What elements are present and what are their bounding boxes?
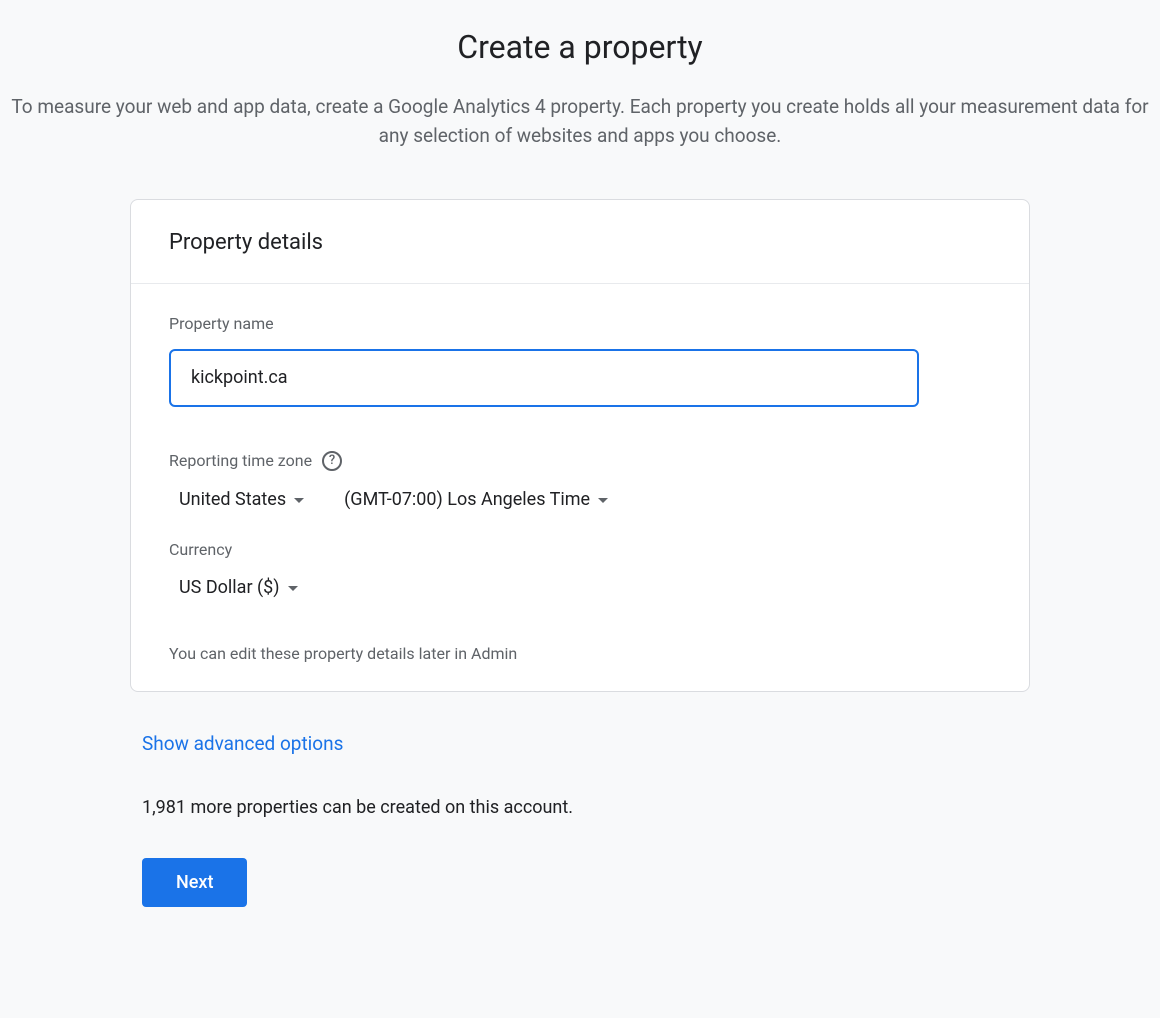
caret-down-icon bbox=[598, 498, 608, 503]
page-title: Create a property bbox=[0, 0, 1160, 70]
help-icon[interactable]: ? bbox=[322, 451, 342, 471]
currency-label: Currency bbox=[169, 540, 991, 559]
property-details-card: Property details Property name Reporting… bbox=[130, 199, 1030, 692]
property-name-input[interactable] bbox=[169, 349, 919, 407]
caret-down-icon bbox=[288, 586, 298, 591]
country-dropdown[interactable]: United States bbox=[179, 489, 304, 510]
page-subtitle: To measure your web and app data, create… bbox=[0, 70, 1160, 151]
currency-dropdown[interactable]: US Dollar ($) bbox=[179, 577, 298, 598]
next-button[interactable]: Next bbox=[142, 858, 247, 907]
quota-text: 1,981 more properties can be created on … bbox=[142, 797, 1030, 818]
country-dropdown-value: United States bbox=[179, 489, 286, 510]
card-title: Property details bbox=[169, 230, 991, 255]
timezone-dropdown[interactable]: (GMT-07:00) Los Angeles Time bbox=[344, 489, 608, 510]
edit-later-hint: You can edit these property details late… bbox=[169, 644, 991, 663]
show-advanced-options-link[interactable]: Show advanced options bbox=[142, 732, 343, 755]
currency-dropdown-value: US Dollar ($) bbox=[179, 577, 280, 598]
card-body: Property name Reporting time zone ? Unit… bbox=[131, 284, 1029, 691]
caret-down-icon bbox=[294, 498, 304, 503]
property-name-label: Property name bbox=[169, 314, 991, 333]
timezone-dropdown-value: (GMT-07:00) Los Angeles Time bbox=[344, 489, 590, 510]
card-header: Property details bbox=[131, 200, 1029, 284]
timezone-label: Reporting time zone ? bbox=[169, 451, 991, 471]
timezone-label-text: Reporting time zone bbox=[169, 451, 312, 470]
